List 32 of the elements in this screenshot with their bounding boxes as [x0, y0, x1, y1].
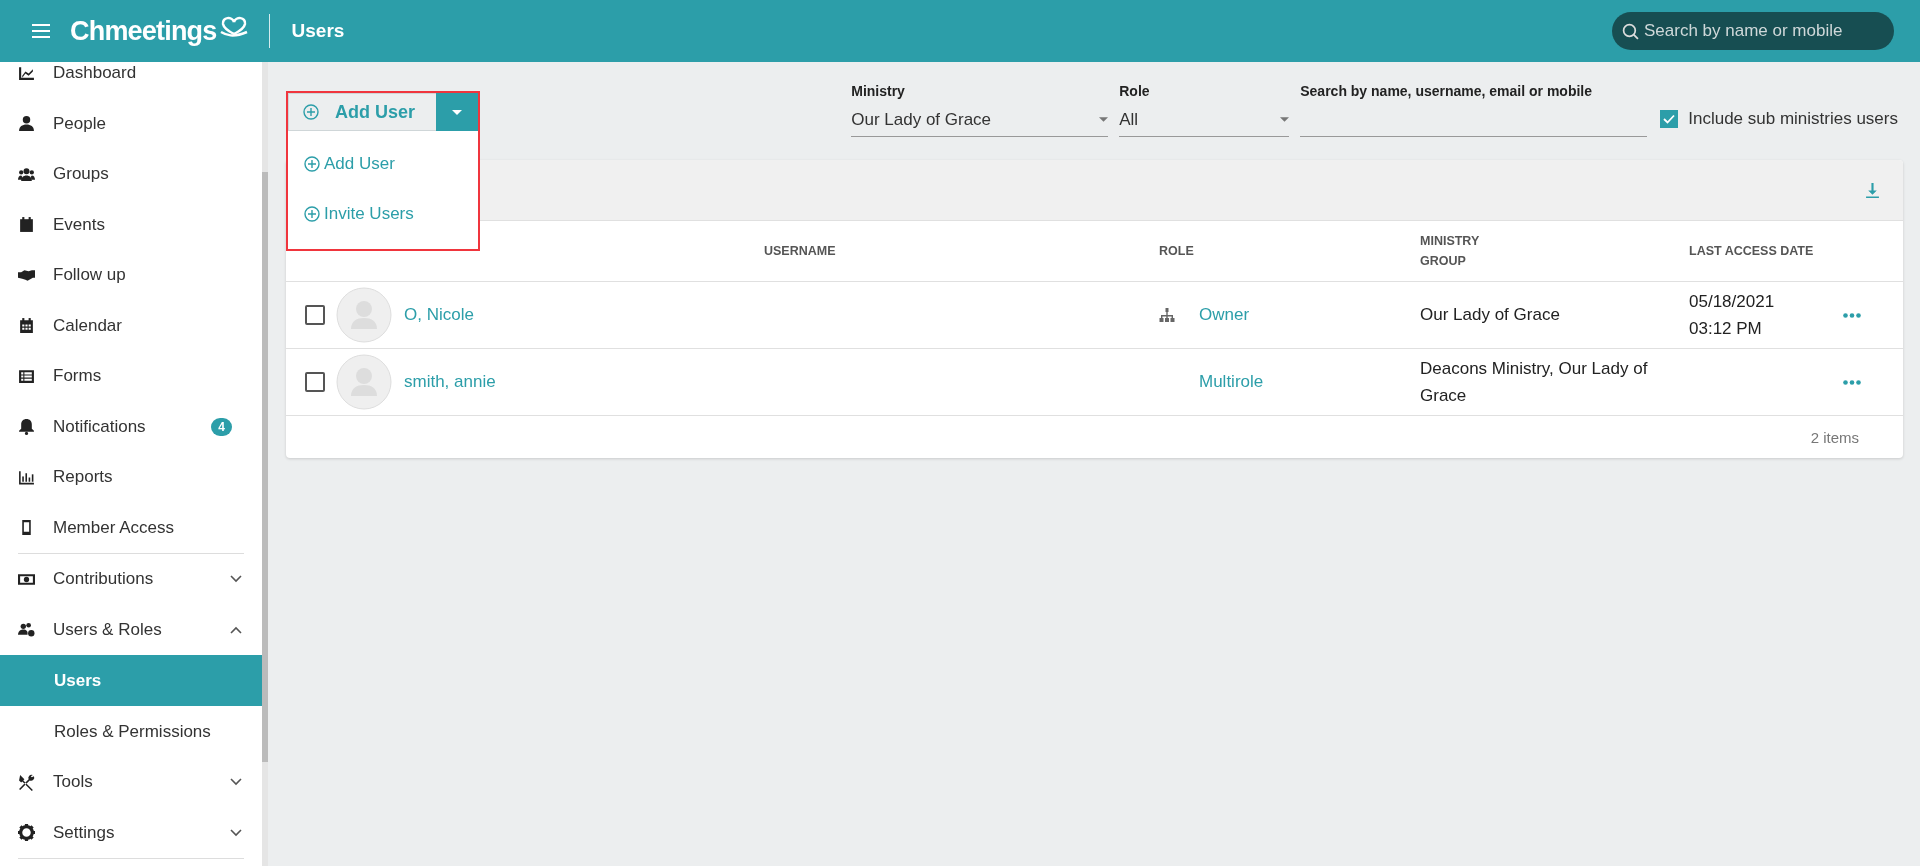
sidebar-item[interactable]: People	[0, 98, 262, 149]
sidebar-item[interactable]: Tools	[0, 757, 262, 808]
filter-label: Search by name, username, email or mobile	[1300, 83, 1594, 99]
sidebar-item[interactable]: Events	[0, 199, 262, 250]
sidebar-item[interactable]: Dashboard	[0, 62, 262, 99]
sidebar-item[interactable]: Calendar	[0, 300, 262, 351]
column-header: MINISTRY GROUP	[1419, 233, 1481, 270]
sidebar-item[interactable]: Reports	[0, 452, 262, 503]
count-badge: 4	[211, 417, 232, 436]
table-cell-text: Deacons Ministry, Our Lady of Grace	[1419, 357, 1649, 407]
table-cell-text: Our Lady of Grace	[1419, 304, 1561, 327]
table-cell-text: 05/18/2021 03:12 PM	[1689, 290, 1776, 340]
page-title: Users	[291, 20, 345, 42]
sidebar-item[interactable]: Member Access	[0, 502, 262, 553]
column-header: LAST ACCESS DATE	[1688, 243, 1815, 260]
checkbox-label: Include sub ministries users	[1688, 109, 1898, 129]
filter-label: Role	[1119, 83, 1151, 99]
item-count: 2 items	[1810, 428, 1859, 446]
search-field[interactable]: Search by name or mobile	[1612, 12, 1894, 50]
sidebar-item[interactable]: Forms	[0, 351, 262, 402]
sidebar-subitem[interactable]: Roles & Permissions	[0, 706, 262, 757]
sidebar-item[interactable]: Users & Roles	[0, 604, 262, 655]
sidebar-item[interactable]: Notifications 4	[0, 401, 262, 452]
ministry-select[interactable]: Our Lady of Grace	[851, 107, 1109, 137]
sidebar-item[interactable]: Groups	[0, 149, 262, 200]
sidebar-item[interactable]: Settings	[0, 807, 262, 858]
sidebar-item[interactable]: Follow up	[0, 250, 262, 301]
role-select[interactable]: All	[1119, 107, 1290, 137]
column-header: ROLE	[1158, 243, 1195, 260]
sidebar-item[interactable]: Contributions	[0, 554, 262, 605]
filter-label: Ministry	[851, 83, 906, 99]
column-header: USERNAME	[763, 243, 837, 260]
